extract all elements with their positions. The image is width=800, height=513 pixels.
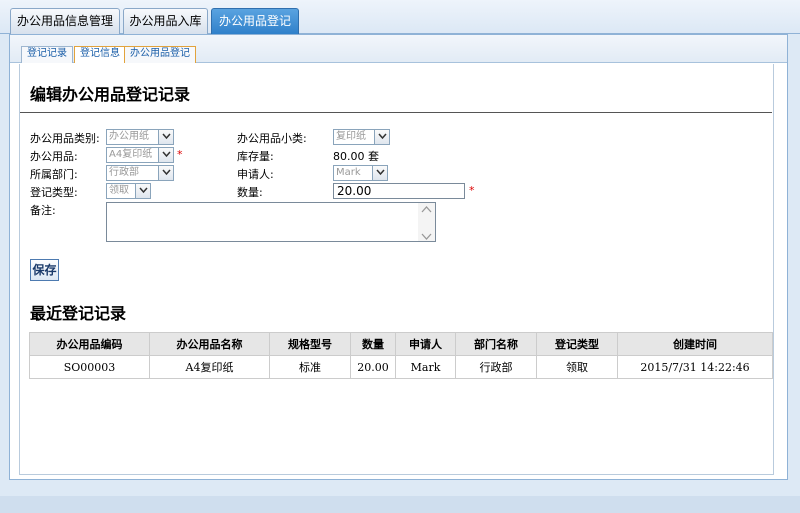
note-label: 备注: — [30, 204, 56, 217]
item-value: A4复印纸 — [109, 149, 153, 160]
subtab-registration-info[interactable]: 登记信息 — [74, 46, 126, 63]
col-header-spec: 规格型号 — [269, 332, 351, 356]
subtab-supplies-registration[interactable]: 办公用品登记 — [124, 46, 196, 63]
textarea-scrollbar[interactable] — [418, 203, 435, 241]
category-label: 办公用品类别: — [30, 132, 100, 145]
chevron-down-icon — [158, 130, 173, 144]
cell-code: SO00003 — [29, 355, 150, 379]
top-tab-bar: 办公用品信息管理 办公用品入库 办公用品登记 — [0, 0, 800, 35]
subcategory-select[interactable]: 复印纸 — [333, 129, 390, 145]
type-select[interactable]: 领取 — [106, 183, 151, 199]
item-select[interactable]: A4复印纸 — [106, 147, 174, 163]
dept-label: 所属部门: — [30, 168, 78, 181]
form-title: 编辑办公用品登记记录 — [30, 85, 191, 104]
table-header-row: 办公用品编码 办公用品名称 规格型号 数量 申请人 部门名称 登记类型 创建时间 — [29, 332, 773, 356]
applicant-select[interactable]: Mark — [333, 165, 388, 181]
col-header-dept: 部门名称 — [455, 332, 537, 356]
qty-label: 数量: — [237, 186, 263, 199]
cell-name: A4复印纸 — [149, 355, 270, 379]
col-header-created: 创建时间 — [617, 332, 773, 356]
category-value: 办公用纸 — [109, 131, 149, 142]
main-panel: 登记记录 登记信息 办公用品登记 编辑办公用品登记记录 办公用品类别: 办公用纸… — [9, 34, 788, 480]
col-header-applicant: 申请人 — [395, 332, 456, 356]
cell-qty: 20.00 — [350, 355, 396, 379]
cell-type: 领取 — [536, 355, 618, 379]
tab-supplies-stock-in[interactable]: 办公用品入库 — [123, 8, 208, 35]
table-row[interactable]: SO00003 A4复印纸 标准 20.00 Mark 行政部 领取 2015/… — [29, 355, 773, 379]
stock-value: 80.00 套 — [333, 150, 379, 163]
type-value: 领取 — [109, 185, 129, 196]
note-textarea[interactable] — [106, 202, 436, 242]
col-header-code: 办公用品编码 — [29, 332, 150, 356]
bottom-bar — [0, 496, 800, 513]
sub-tab-bar: 登记记录 登记信息 办公用品登记 — [10, 35, 787, 63]
col-header-type: 登记类型 — [536, 332, 618, 356]
col-header-name: 办公用品名称 — [149, 332, 270, 356]
cell-applicant: Mark — [395, 355, 456, 379]
tab-supplies-registration[interactable]: 办公用品登记 — [211, 8, 299, 35]
recent-records-title: 最近登记记录 — [30, 304, 127, 323]
qty-required-mark: * — [469, 184, 475, 197]
applicant-label: 申请人: — [237, 168, 274, 181]
subcategory-value: 复印纸 — [336, 131, 366, 142]
cell-dept: 行政部 — [455, 355, 537, 379]
chevron-down-icon — [372, 166, 387, 180]
chevron-down-icon — [158, 166, 173, 180]
title-divider — [20, 112, 772, 113]
subcategory-label: 办公用品小类: — [237, 132, 307, 145]
stock-label: 库存量: — [237, 150, 274, 163]
cell-created: 2015/7/31 14:22:46 — [617, 355, 773, 379]
applicant-value: Mark — [336, 167, 361, 178]
category-select[interactable]: 办公用纸 — [106, 129, 174, 145]
type-label: 登记类型: — [30, 186, 78, 199]
chevron-down-icon — [135, 184, 150, 198]
chevron-down-icon — [374, 130, 389, 144]
save-button[interactable]: 保存 — [30, 259, 59, 281]
chevron-down-icon — [158, 148, 173, 162]
scroll-arrows-icon — [421, 206, 432, 240]
qty-input[interactable]: 20.00 — [333, 183, 465, 199]
item-required-mark: * — [177, 148, 183, 161]
subtab-registration-records[interactable]: 登记记录 — [21, 46, 73, 63]
dept-value: 行政部 — [109, 167, 139, 178]
dept-select[interactable]: 行政部 — [106, 165, 174, 181]
col-header-qty: 数量 — [350, 332, 396, 356]
form-content: 编辑办公用品登记记录 办公用品类别: 办公用纸 办公用品小类: 复印纸 办公用品… — [19, 64, 774, 475]
tab-office-supplies-info[interactable]: 办公用品信息管理 — [10, 8, 120, 35]
item-label: 办公用品: — [30, 150, 78, 163]
recent-records-table: 办公用品编码 办公用品名称 规格型号 数量 申请人 部门名称 登记类型 创建时间… — [29, 332, 773, 379]
cell-spec: 标准 — [269, 355, 351, 379]
